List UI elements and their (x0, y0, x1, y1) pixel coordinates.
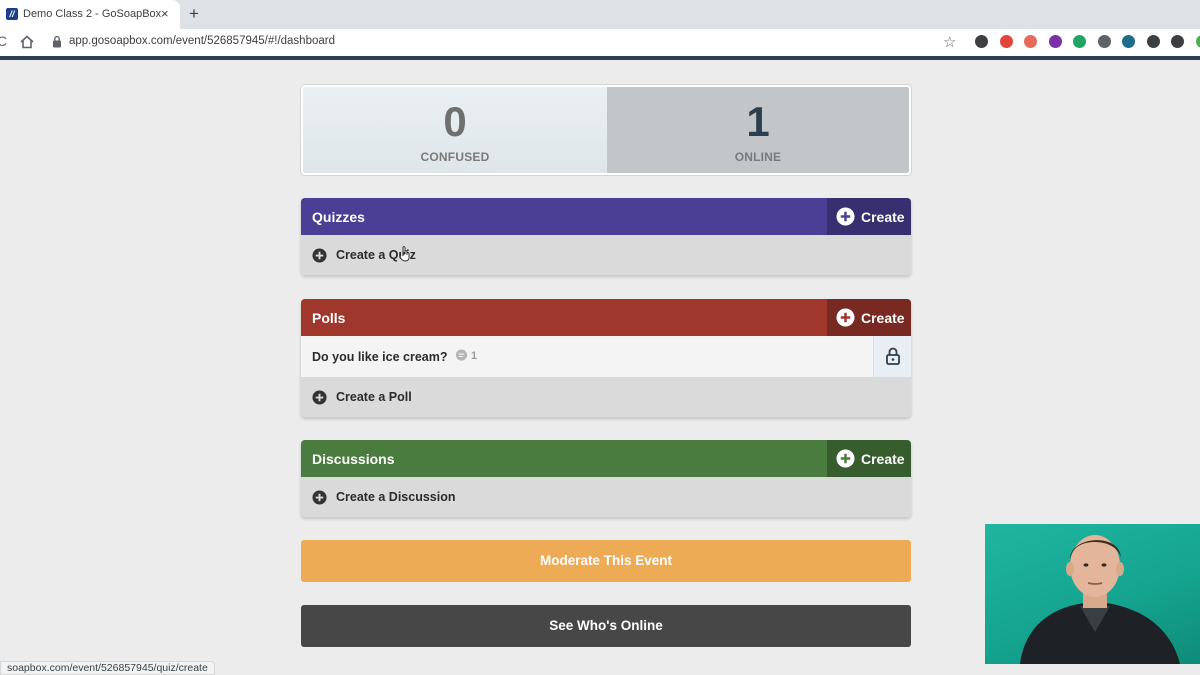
quizzes-title: Quizzes (312, 209, 365, 225)
create-label: Create (861, 310, 905, 326)
plus-circle-icon (312, 390, 327, 405)
onenote-icon[interactable] (1048, 35, 1062, 48)
gosoapbox-favicon-icon: // (6, 8, 18, 20)
create-a-discussion-row[interactable]: Create a Discussion (301, 477, 911, 517)
confused-stat[interactable]: 0 CONFUSED (303, 87, 607, 173)
online-count: 1 (746, 98, 770, 145)
presenter-video-image (1020, 535, 1180, 664)
poll-lock-button[interactable] (873, 336, 911, 377)
google-drive-icon[interactable] (1073, 35, 1086, 48)
create-label: Create (861, 209, 905, 225)
plus-circle-icon (836, 449, 855, 468)
quizzes-header: Quizzes Create (301, 198, 911, 235)
address-bar[interactable]: app.gosoapbox.com/event/526857945/#!/das… (69, 35, 335, 47)
extension-icon-7[interactable] (1122, 35, 1135, 48)
create-a-quiz-row[interactable]: Create a Quiz (301, 235, 911, 275)
online-stat[interactable]: 1 ONLINE (607, 87, 909, 173)
create-label: Create (861, 451, 905, 467)
reload-icon[interactable]: C (0, 33, 7, 49)
unlock-icon (886, 347, 900, 365)
polls-title: Polls (312, 310, 346, 326)
see-whos-online-button[interactable]: See Who's Online (301, 605, 911, 647)
plus-circle-icon (836, 308, 855, 327)
create-a-poll-label: Create a Poll (336, 390, 412, 404)
extension-icon-3[interactable] (1024, 35, 1037, 48)
extension-icon-2[interactable] (999, 35, 1013, 48)
extension-icon-10[interactable] (1195, 35, 1200, 48)
moderate-event-button[interactable]: Moderate This Event (301, 540, 911, 582)
create-quiz-button[interactable]: Create (827, 198, 911, 235)
poll-response-count: 1 (471, 350, 478, 362)
bookmark-star-icon[interactable]: ☆ (943, 33, 956, 51)
close-tab-icon[interactable]: × (161, 6, 169, 22)
extension-icon-6[interactable] (1097, 35, 1111, 48)
home-icon[interactable] (20, 35, 34, 49)
browser-tab-strip: // Demo Class 2 - GoSoapBox × + (0, 0, 1200, 29)
secure-lock-icon[interactable] (52, 35, 62, 48)
extension-icon-1[interactable] (975, 35, 988, 48)
confused-label: CONFUSED (420, 150, 490, 164)
polls-header: Polls Create (301, 299, 911, 336)
comment-bubble-icon (455, 349, 468, 361)
rocket-icon[interactable] (1171, 35, 1184, 48)
create-poll-button[interactable]: Create (827, 299, 911, 336)
poll-item[interactable]: Do you like ice cream? 1 (301, 336, 911, 377)
app-header-bar (0, 56, 1200, 60)
create-a-discussion-label: Create a Discussion (336, 490, 456, 504)
new-tab-button[interactable]: + (189, 4, 199, 24)
plus-circle-icon (836, 207, 855, 226)
browser-toolbar: C app.gosoapbox.com/event/526857945/#!/d… (0, 29, 1200, 56)
confused-count: 0 (443, 98, 467, 145)
discussions-header: Discussions Create (301, 440, 911, 477)
plus-circle-icon (312, 248, 327, 263)
create-a-poll-row[interactable]: Create a Poll (301, 377, 911, 417)
polls-panel: Polls Create Do you like ice cream? 1 Cr… (301, 299, 911, 417)
online-label: ONLINE (734, 150, 782, 164)
extension-icon-8[interactable] (1146, 35, 1160, 48)
plus-circle-icon (312, 490, 327, 505)
link-status-bar: soapbox.com/event/526857945/quiz/create (0, 661, 215, 675)
discussions-panel: Discussions Create Create a Discussion (301, 440, 911, 517)
tab-title: Demo Class 2 - GoSoapBox (23, 8, 162, 20)
webcam-overlay (985, 524, 1200, 664)
create-discussion-button[interactable]: Create (827, 440, 911, 477)
stats-panel: 0 CONFUSED 1 ONLINE (301, 85, 911, 175)
discussions-title: Discussions (312, 451, 395, 467)
mouse-cursor-icon (399, 246, 410, 262)
quizzes-panel: Quizzes Create Create a Quiz (301, 198, 911, 275)
poll-question: Do you like ice cream? (312, 350, 448, 364)
browser-tab[interactable]: // Demo Class 2 - GoSoapBox × (0, 0, 180, 29)
